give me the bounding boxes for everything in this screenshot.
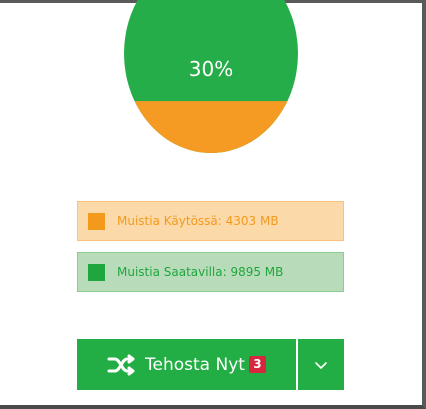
boost-now-label: Tehosta Nyt xyxy=(145,354,245,375)
gauge-percent-label: 30% xyxy=(188,57,234,81)
legend-memory-available: Muistia Saatavilla: 9895 MB xyxy=(77,252,344,292)
window-frame: 30% Muistia Käytössä: 4303 MB Muistia Sa… xyxy=(0,0,426,409)
available-swatch xyxy=(88,263,105,281)
used-swatch xyxy=(88,212,105,230)
gauge-used-segment xyxy=(124,101,298,153)
legend-memory-used: Muistia Käytössä: 4303 MB xyxy=(77,201,344,241)
memory-gauge: 30% xyxy=(124,0,298,153)
chevron-down-icon xyxy=(315,361,327,369)
legend-used-label: Muistia Käytössä: 4303 MB xyxy=(117,214,279,228)
boost-now-button[interactable]: Tehosta Nyt 3 xyxy=(77,339,296,390)
boost-options-dropdown-button[interactable] xyxy=(298,339,344,390)
legend-available-label: Muistia Saatavilla: 9895 MB xyxy=(117,265,284,279)
boost-count-badge: 3 xyxy=(248,356,266,373)
shuffle-icon xyxy=(107,354,135,375)
